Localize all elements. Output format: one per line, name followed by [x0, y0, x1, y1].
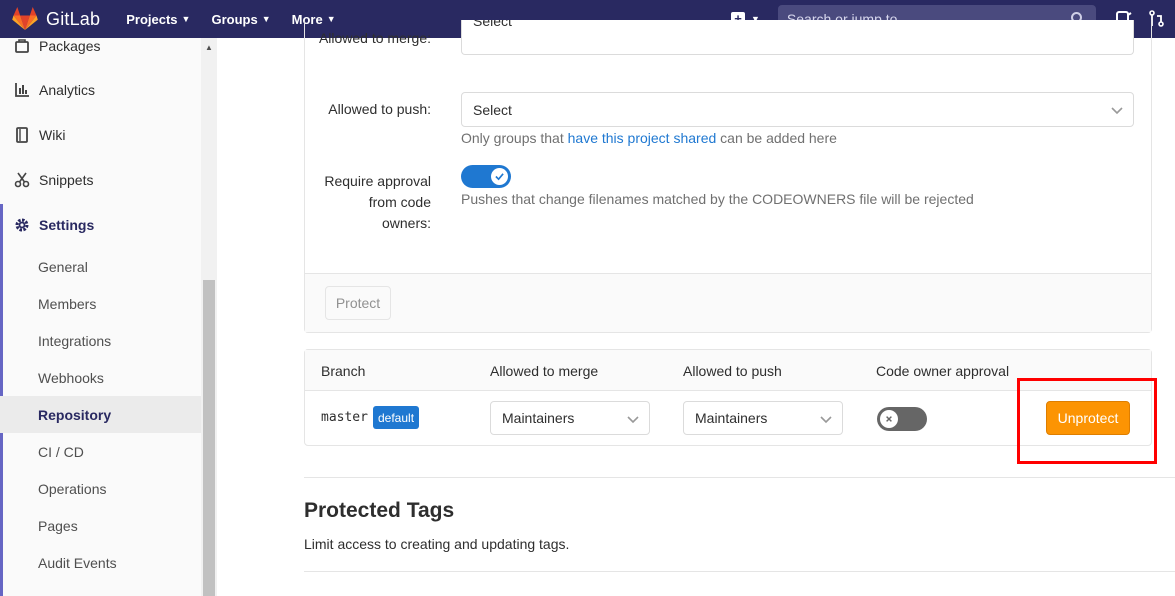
- branch-name: master: [321, 410, 368, 425]
- project-shared-link[interactable]: have this project shared: [568, 130, 717, 146]
- sidebar-subitem-label: Repository: [38, 406, 112, 423]
- sidebar-item-snippets[interactable]: Snippets: [0, 158, 201, 202]
- allowed-to-merge-label-text: Allowed to merge:: [318, 30, 431, 46]
- default-badge: default: [373, 406, 420, 429]
- allowed-to-push-label: Allowed to push:: [328, 101, 431, 117]
- sidebar-subitem-label: Webhooks: [38, 369, 104, 386]
- sidebar-subitem-label: Members: [38, 295, 97, 312]
- chevron-down-icon: [820, 416, 832, 424]
- column-header-allowed-to-push: Allowed to push: [683, 363, 782, 379]
- sidebar-subitem-label: Integrations: [38, 332, 112, 349]
- sidebar-subitem-audit-events[interactable]: Audit Events: [0, 544, 201, 581]
- sidebar-subitem-pages[interactable]: Pages: [0, 507, 201, 544]
- scroll-up-arrow-icon[interactable]: ▲: [205, 43, 213, 52]
- sidebar-subitem-repository[interactable]: Repository: [0, 396, 201, 433]
- toggle-knob: [880, 410, 898, 428]
- checkmark-icon: [495, 173, 504, 181]
- sidebar-subitem-webhooks[interactable]: Webhooks: [0, 359, 201, 396]
- sidebar-subitem-label: CI / CD: [38, 443, 84, 460]
- sidebar-item-packages[interactable]: Packages: [0, 24, 201, 68]
- push-help-suffix: can be added here: [720, 130, 837, 146]
- protected-tags-title: Protected Tags: [304, 499, 455, 522]
- allowed-to-merge-label: Allowed to merge:: [318, 28, 431, 70]
- protect-button[interactable]: Protect: [325, 286, 391, 320]
- sidebar-subitem-members[interactable]: Members: [0, 285, 201, 322]
- row-allowed-to-push-value: Maintainers: [695, 410, 768, 426]
- nav-groups-dropdown[interactable]: Groups ▼: [211, 12, 270, 27]
- sidebar-subitem-ci-cd[interactable]: CI / CD: [0, 433, 201, 470]
- chevron-down-icon: ▼: [181, 14, 191, 24]
- column-header-branch: Branch: [321, 363, 366, 379]
- protected-tags-description: Limit access to creating and updating ta…: [304, 536, 570, 552]
- allowed-to-push-select-value: Select: [473, 101, 512, 118]
- toggle-knob: [491, 168, 508, 185]
- row-allowed-to-merge-select[interactable]: Maintainers: [490, 401, 650, 435]
- chart-icon: [14, 82, 30, 98]
- sidebar-subitem-operations[interactable]: Operations: [0, 470, 201, 507]
- code-owner-help-text: Pushes that change filenames matched by …: [461, 191, 974, 207]
- book-icon: [14, 127, 30, 143]
- close-icon: [886, 416, 892, 422]
- allowed-to-merge-select-value: Select: [473, 20, 512, 29]
- chevron-down-icon: ▼: [261, 14, 271, 24]
- nav-groups-label: Groups: [211, 11, 258, 27]
- sidebar-item-label: Snippets: [39, 172, 94, 188]
- sidebar-subitem-label: Pages: [38, 517, 78, 534]
- section-divider: [304, 571, 1175, 572]
- chevron-down-icon: [1111, 107, 1123, 115]
- row-allowed-to-merge-value: Maintainers: [502, 410, 575, 426]
- sidebar-subitem-label: General: [38, 258, 88, 275]
- form-actions: [305, 273, 1151, 332]
- chevron-down-icon: [627, 416, 639, 424]
- scissors-icon: [14, 172, 30, 188]
- sidebar-item-wiki[interactable]: Wiki: [0, 113, 201, 157]
- sidebar-item-label: Analytics: [39, 82, 96, 98]
- code-owner-approval-label: Require approval from code owners:: [324, 173, 431, 231]
- allowed-to-push-select[interactable]: Select: [461, 92, 1134, 127]
- sidebar-item-label: Settings: [39, 217, 95, 233]
- sidebar-item-settings[interactable]: Settings: [0, 203, 201, 247]
- sidebar-item-label: Wiki: [39, 127, 66, 143]
- gear-icon: [14, 217, 30, 233]
- column-header-code-owner-approval: Code owner approval: [876, 363, 1010, 379]
- row-allowed-to-push-select[interactable]: Maintainers: [683, 401, 843, 435]
- sidebar-subitem-label: Operations: [38, 480, 107, 497]
- annotation-highlight-box: [1017, 378, 1157, 464]
- row-code-owner-approval-toggle[interactable]: [877, 407, 927, 431]
- sidebar-subitem-label: Audit Events: [38, 554, 117, 571]
- section-divider: [304, 477, 1175, 478]
- allowed-to-merge-select[interactable]: Select: [461, 20, 1134, 55]
- sidebar-item-label: Packages: [39, 38, 101, 54]
- sidebar: Packages Analytics Wiki Snippets Setting…: [0, 38, 217, 596]
- code-owner-approval-toggle[interactable]: [461, 165, 511, 188]
- sidebar-subitem-integrations[interactable]: Integrations: [0, 322, 201, 359]
- sidebar-item-analytics[interactable]: Analytics: [0, 68, 201, 112]
- sidebar-scrollbar-thumb[interactable]: [203, 280, 215, 596]
- package-icon: [14, 38, 30, 54]
- column-header-allowed-to-merge: Allowed to merge: [490, 363, 599, 379]
- push-help-text: Only groups that have this project share…: [461, 130, 837, 146]
- push-help-prefix: Only groups that: [461, 130, 564, 146]
- sidebar-subitem-general[interactable]: General: [0, 248, 201, 285]
